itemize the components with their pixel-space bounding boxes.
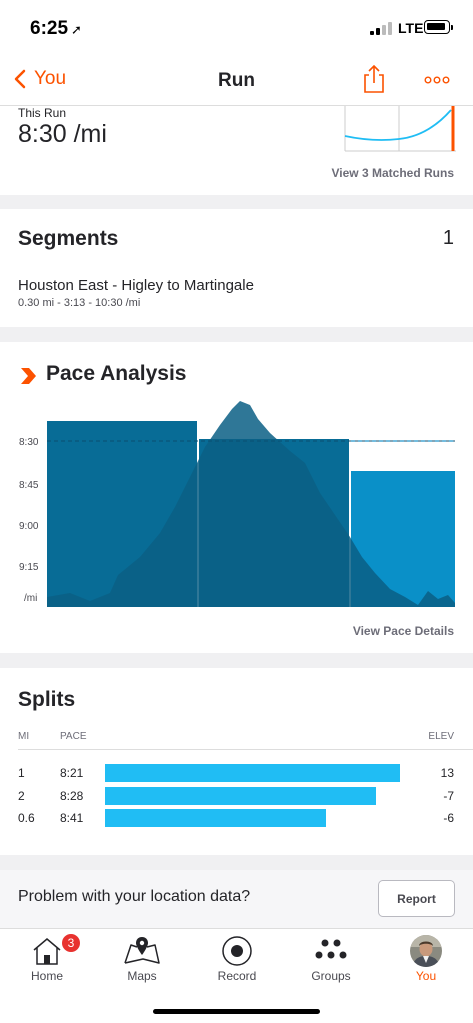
run-summary-card: This Run 8:30 /mi View 3 Matched Runs [0, 106, 473, 195]
page-title: Run [218, 70, 255, 91]
splits-card: Splits MI PACE ELEV 1 8:21 13 2 8:28 -7 … [0, 668, 473, 855]
split-pace: 8:41 [60, 811, 84, 825]
groups-icon [315, 939, 347, 959]
tab-groups[interactable]: Groups [284, 929, 378, 989]
split-elevation: 13 [440, 766, 454, 780]
chevron-right-icon [21, 368, 36, 384]
column-header-elev: ELEV [428, 731, 454, 742]
tab-you[interactable]: You [379, 929, 473, 989]
segment-stats: 0.30 mi - 3:13 - 10:30 /mi [18, 297, 141, 309]
signal-icon [370, 21, 394, 35]
this-run-label: This Run [18, 106, 67, 120]
segments-card: Segments 1 Houston East - Higley to Mart… [0, 209, 473, 327]
segment-name: Houston East - Higley to Martingale [18, 277, 254, 294]
location-arrow-icon: ➚ [71, 22, 82, 37]
split-pace-bar [105, 809, 326, 827]
pace-analysis-heading: Pace Analysis [46, 362, 187, 385]
split-elevation: -6 [443, 811, 454, 825]
view-pace-details-link[interactable]: View Pace Details [353, 624, 454, 638]
tab-home[interactable]: 3 Home [0, 929, 94, 989]
tab-label: Groups [311, 969, 351, 983]
status-time: 6:25 ➚ [30, 18, 82, 39]
split-row: 0.6 8:41 -6 [0, 809, 473, 829]
split-mile: 0.6 [18, 811, 35, 825]
split-row: 2 8:28 -7 [0, 787, 473, 807]
share-icon[interactable] [362, 64, 386, 94]
split-row: 1 8:21 13 [0, 764, 473, 784]
view-matched-runs-link[interactable]: View 3 Matched Runs [332, 166, 454, 180]
splits-heading: Splits [18, 688, 76, 711]
y-tick-label: 9:15 [19, 562, 39, 573]
y-tick-label: 8:30 [19, 437, 39, 448]
pace-analysis-chart[interactable]: 8:30 8:45 9:00 9:15 /mi [0, 397, 473, 612]
avatar [410, 935, 442, 967]
split-pace: 8:21 [60, 766, 84, 780]
location-problem-banner: Problem with your location data? Report [0, 870, 473, 928]
location-problem-text: Problem with your location data? [18, 888, 251, 905]
nav-bar: You Run [0, 52, 473, 106]
status-bar: 6:25 ➚ LTE [0, 0, 473, 52]
report-button[interactable]: Report [378, 880, 455, 917]
home-icon [33, 938, 61, 965]
column-header-mi: MI [18, 731, 30, 742]
tab-maps[interactable]: Maps [95, 929, 189, 989]
pace-analysis-card: Pace Analysis 8:30 8:45 9:00 9:15 /mi Vi… [0, 342, 473, 653]
divider [18, 749, 473, 750]
tab-label: Record [217, 969, 257, 983]
more-options-icon[interactable] [424, 76, 450, 84]
segments-count: 1 [442, 227, 454, 249]
notification-badge: 3 [61, 933, 81, 953]
column-header-pace: PACE [60, 731, 87, 742]
segments-heading: Segments [18, 227, 119, 250]
split-pace: 8:28 [60, 789, 84, 803]
tab-label: Maps [127, 969, 157, 983]
tab-record[interactable]: Record [190, 929, 284, 989]
split-mile: 1 [18, 766, 25, 780]
tab-label: Home [30, 969, 63, 983]
battery-icon [424, 20, 450, 34]
split-elevation: -7 [443, 789, 454, 803]
y-tick-label: 9:00 [19, 521, 39, 532]
y-tick-label: 8:45 [19, 480, 39, 491]
tab-label: You [415, 969, 437, 983]
split-pace-bar [105, 764, 400, 782]
this-run-pace: 8:30 /mi [18, 120, 107, 148]
split-pace-bar [105, 787, 376, 805]
map-icon [124, 937, 160, 964]
y-tick-label: /mi [24, 593, 37, 604]
split-mile: 2 [18, 789, 25, 803]
matched-runs-trend-chart [344, 106, 456, 152]
network-label: LTE [398, 20, 424, 36]
record-icon [222, 936, 252, 966]
home-indicator [153, 1009, 320, 1014]
